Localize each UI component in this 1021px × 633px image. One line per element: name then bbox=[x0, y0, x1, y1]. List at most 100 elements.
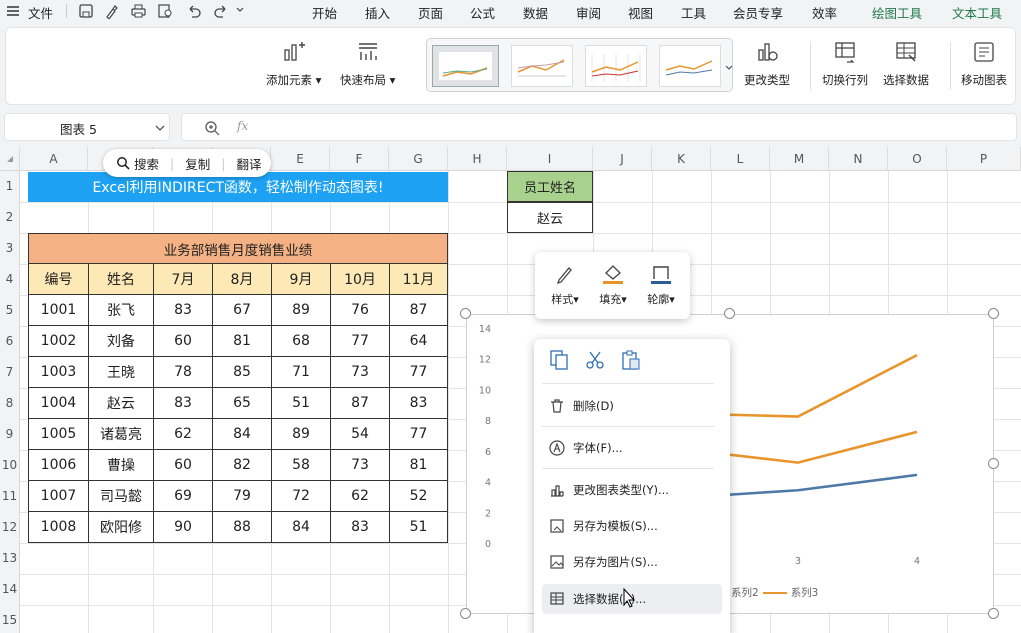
table-cell[interactable]: 1006 bbox=[28, 450, 88, 481]
table-cell[interactable]: 1004 bbox=[28, 388, 88, 419]
print-icon[interactable] bbox=[130, 3, 147, 22]
col-header[interactable]: K bbox=[652, 147, 711, 171]
row-header[interactable]: 5 bbox=[0, 295, 20, 326]
resize-handle[interactable] bbox=[460, 308, 471, 319]
tab-insert[interactable]: 插入 bbox=[365, 3, 390, 22]
more-chevron-icon[interactable] bbox=[235, 4, 245, 19]
table-cell[interactable]: 69 bbox=[153, 481, 212, 512]
row-header[interactable]: 1 bbox=[0, 171, 20, 202]
chart-style-2[interactable] bbox=[511, 45, 573, 87]
cut-icon[interactable] bbox=[584, 349, 606, 374]
redo-icon[interactable] bbox=[213, 3, 229, 22]
table-header[interactable]: 9月 bbox=[271, 264, 330, 295]
table-cell[interactable]: 51 bbox=[389, 512, 448, 543]
menu-save-picture[interactable]: 另存为图片(S)... bbox=[542, 547, 722, 577]
table-cell[interactable]: 60 bbox=[153, 450, 212, 481]
search-button[interactable]: 搜索 bbox=[134, 154, 159, 173]
copy-icon[interactable] bbox=[548, 349, 570, 374]
brush-icon[interactable] bbox=[103, 3, 119, 22]
table-cell[interactable]: 89 bbox=[271, 419, 330, 450]
chart-style-1[interactable] bbox=[432, 45, 499, 87]
tab-member[interactable]: 会员专享 bbox=[733, 3, 783, 22]
col-header[interactable]: L bbox=[711, 147, 770, 171]
menu-delete[interactable]: 删除(D) bbox=[542, 391, 722, 421]
table-cell[interactable]: 85 bbox=[212, 357, 271, 388]
row-header[interactable]: 15 bbox=[0, 605, 20, 633]
table-cell[interactable]: 张飞 bbox=[88, 295, 153, 326]
menu-save-template[interactable]: 另存为模板(S)... bbox=[542, 511, 722, 541]
table-cell[interactable]: 88 bbox=[212, 512, 271, 543]
col-header[interactable]: G bbox=[389, 147, 448, 171]
row-header[interactable]: 8 bbox=[0, 388, 20, 419]
table-cell[interactable]: 77 bbox=[330, 326, 389, 357]
table-header[interactable]: 8月 bbox=[212, 264, 271, 295]
quick-layout-button[interactable]: 快速布局 ▾ bbox=[340, 40, 395, 88]
table-cell[interactable]: 83 bbox=[153, 388, 212, 419]
resize-handle[interactable] bbox=[988, 608, 999, 619]
row-header[interactable]: 12 bbox=[0, 512, 20, 543]
table-cell[interactable]: 60 bbox=[153, 326, 212, 357]
name-box[interactable]: 图表 5 bbox=[4, 113, 170, 141]
row-header[interactable]: 3 bbox=[0, 233, 20, 264]
table-cell[interactable]: 83 bbox=[389, 388, 448, 419]
col-header[interactable]: F bbox=[330, 147, 389, 171]
col-header[interactable]: O bbox=[888, 147, 947, 171]
col-header[interactable]: M bbox=[770, 147, 829, 171]
change-type-button[interactable]: 更改类型 bbox=[744, 40, 790, 88]
table-cell[interactable]: 52 bbox=[389, 481, 448, 512]
tab-start[interactable]: 开始 bbox=[312, 3, 337, 22]
print-preview-icon[interactable] bbox=[157, 3, 174, 22]
col-header[interactable]: H bbox=[448, 147, 507, 171]
table-cell[interactable]: 赵云 bbox=[88, 388, 153, 419]
table-cell[interactable]: 71 bbox=[271, 357, 330, 388]
table-cell[interactable]: 77 bbox=[389, 357, 448, 388]
table-header[interactable]: 编号 bbox=[28, 264, 88, 295]
formula-bar[interactable]: fx bbox=[181, 113, 1017, 141]
table-header[interactable]: 10月 bbox=[330, 264, 389, 295]
resize-handle[interactable] bbox=[988, 308, 999, 319]
table-cell[interactable]: 51 bbox=[271, 388, 330, 419]
table-cell[interactable]: 87 bbox=[330, 388, 389, 419]
style-button[interactable]: 样式▾ bbox=[545, 261, 585, 307]
table-header[interactable]: 11月 bbox=[389, 264, 448, 295]
table-cell[interactable]: 87 bbox=[389, 295, 448, 326]
table-cell[interactable]: 81 bbox=[212, 326, 271, 357]
table-cell[interactable]: 1005 bbox=[28, 419, 88, 450]
table-cell[interactable]: 62 bbox=[153, 419, 212, 450]
row-header[interactable]: 11 bbox=[0, 481, 20, 512]
select-data-button[interactable]: 选择数据 bbox=[883, 40, 929, 88]
tab-view[interactable]: 视图 bbox=[628, 3, 653, 22]
table-cell[interactable]: 79 bbox=[212, 481, 271, 512]
table-cell[interactable]: 83 bbox=[153, 295, 212, 326]
row-header[interactable]: 4 bbox=[0, 264, 20, 295]
table-cell[interactable]: 84 bbox=[212, 419, 271, 450]
resize-handle[interactable] bbox=[988, 458, 999, 469]
file-menu[interactable]: 文件 bbox=[28, 3, 53, 22]
table-cell[interactable]: 67 bbox=[212, 295, 271, 326]
col-header[interactable]: I bbox=[507, 147, 593, 171]
menu-change-chart-type[interactable]: 更改图表类型(Y)... bbox=[542, 475, 722, 505]
row-header[interactable]: 14 bbox=[0, 574, 20, 605]
employee-name-value[interactable]: 赵云 bbox=[507, 202, 593, 233]
tab-review[interactable]: 审阅 bbox=[576, 3, 601, 22]
gallery-more-icon[interactable] bbox=[725, 61, 733, 75]
row-header[interactable]: 13 bbox=[0, 543, 20, 574]
table-cell[interactable]: 1002 bbox=[28, 326, 88, 357]
table-cell[interactable]: 81 bbox=[389, 450, 448, 481]
outline-button[interactable]: 轮廓▾ bbox=[641, 261, 681, 307]
table-cell[interactable]: 76 bbox=[330, 295, 389, 326]
tab-efficiency[interactable]: 效率 bbox=[812, 3, 837, 22]
table-cell[interactable]: 58 bbox=[271, 450, 330, 481]
row-header[interactable]: 7 bbox=[0, 357, 20, 388]
table-cell[interactable]: 1003 bbox=[28, 357, 88, 388]
table-cell[interactable]: 90 bbox=[153, 512, 212, 543]
table-cell[interactable]: 73 bbox=[330, 450, 389, 481]
table-cell[interactable]: 84 bbox=[271, 512, 330, 543]
col-header[interactable]: P bbox=[947, 147, 1021, 171]
tab-tools[interactable]: 工具 bbox=[681, 3, 706, 22]
undo-icon[interactable] bbox=[186, 3, 202, 22]
row-header[interactable]: 9 bbox=[0, 419, 20, 450]
table-cell[interactable]: 64 bbox=[389, 326, 448, 357]
hamburger-icon[interactable] bbox=[6, 4, 20, 18]
add-element-button[interactable]: 添加元素 ▾ bbox=[266, 40, 321, 88]
